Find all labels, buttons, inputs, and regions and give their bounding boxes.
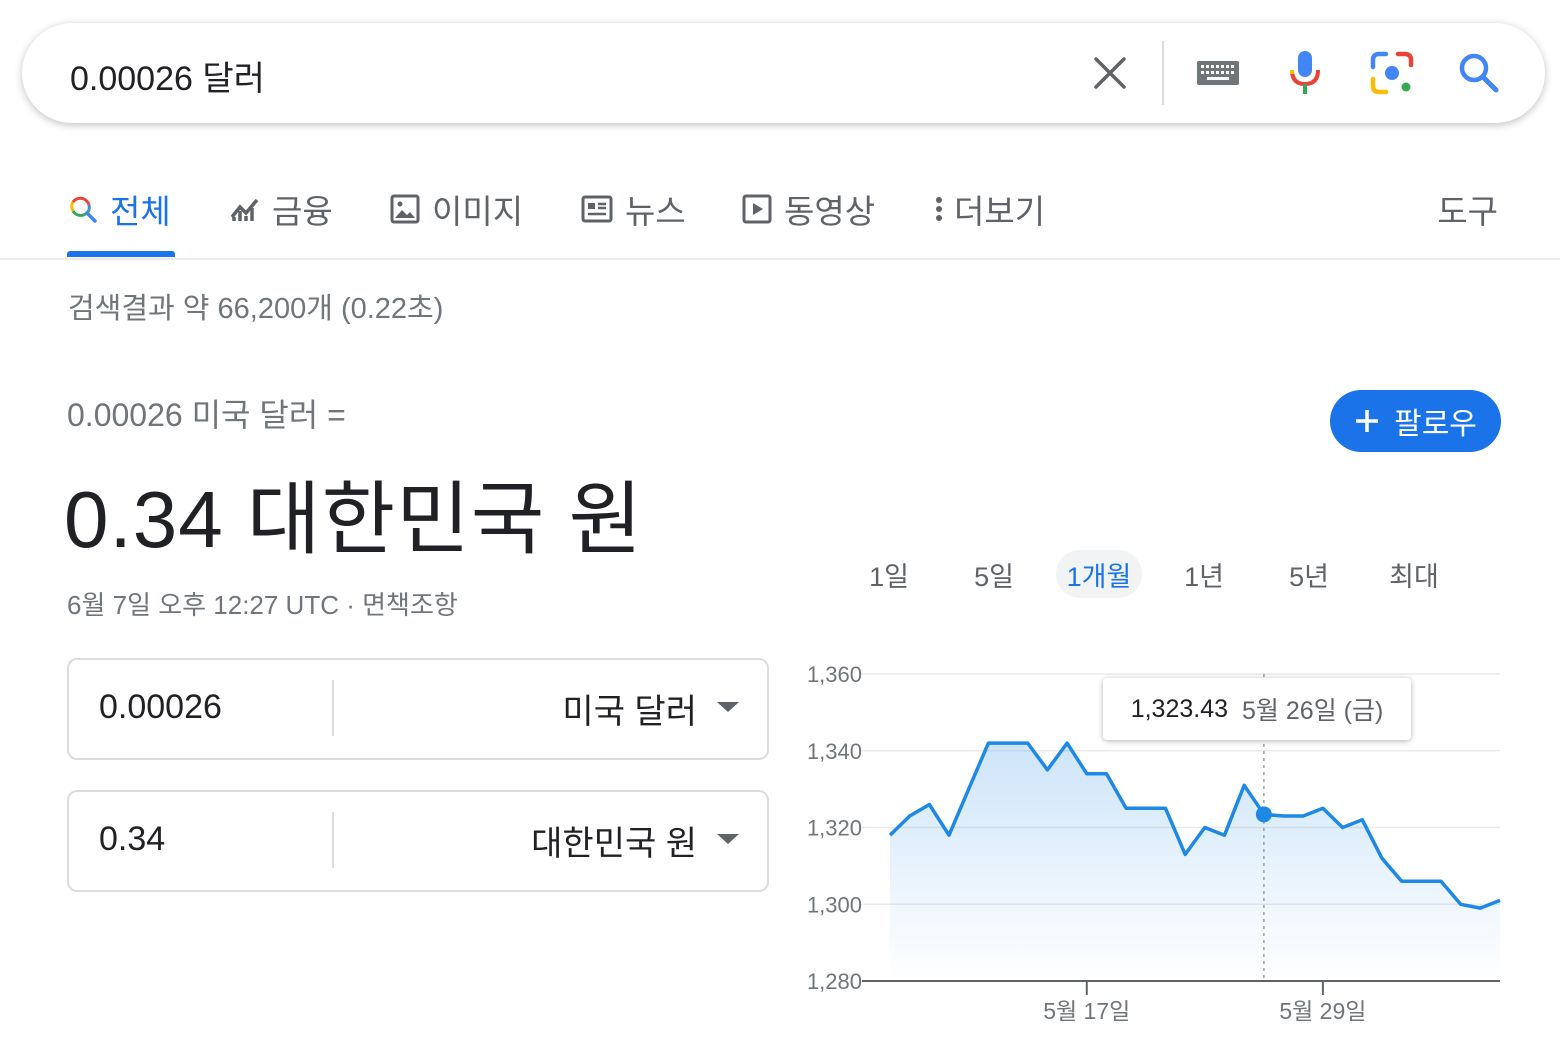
chart-tooltip: 1,323.43 5월 26일 (금) xyxy=(1103,678,1411,740)
range-1d[interactable]: 1일 xyxy=(846,550,932,598)
search-divider xyxy=(1162,41,1164,105)
x-tick-label: 5월 29일 xyxy=(1279,998,1366,1024)
y-tick-label: 1,280 xyxy=(807,969,862,994)
from-currency-select[interactable]: 미국 달러 xyxy=(562,684,697,733)
conversion-timestamp: 6월 7일 오후 12:27 UTC · 면책조항 xyxy=(67,585,458,622)
timestamp-text: 6월 7일 오후 12:27 UTC · xyxy=(67,590,363,620)
tooltip-date: 5월 26일 (금) xyxy=(1242,697,1384,725)
video-play-icon xyxy=(742,194,772,224)
tools-button[interactable]: 도구 xyxy=(1437,184,1498,234)
tab-news-label: 뉴스 xyxy=(625,193,686,230)
keyboard-icon[interactable] xyxy=(1194,49,1242,97)
google-lens-icon[interactable] xyxy=(1368,49,1416,97)
tab-videos[interactable]: 동영상 xyxy=(742,184,875,234)
tab-finance[interactable]: 금융 xyxy=(230,184,333,234)
search-bar[interactable]: 0.00026 달러 xyxy=(22,23,1545,123)
to-amount-input[interactable]: 0.34 xyxy=(99,820,165,859)
tab-images-label: 이미지 xyxy=(432,193,524,230)
range-5y[interactable]: 5년 xyxy=(1266,550,1352,598)
disclaimer-link[interactable]: 면책조항 xyxy=(362,590,458,620)
active-tab-indicator xyxy=(67,251,175,257)
news-icon xyxy=(581,195,613,223)
tab-all-label: 전체 xyxy=(110,193,171,230)
x-tick-label: 5월 17일 xyxy=(1043,998,1130,1024)
highlight-point xyxy=(1255,806,1272,823)
tab-finance-label: 금융 xyxy=(272,193,333,230)
y-tick-label: 1,340 xyxy=(807,739,862,764)
range-1m[interactable]: 1개월 xyxy=(1056,550,1142,598)
conversion-result: 0.34 대한민국 원 xyxy=(64,475,644,564)
from-currency-box: 0.00026 미국 달러 xyxy=(67,658,769,760)
chevron-down-icon[interactable] xyxy=(717,834,739,844)
from-separator xyxy=(332,680,334,736)
search-icon[interactable] xyxy=(1455,49,1503,97)
image-icon xyxy=(390,194,420,224)
tab-videos-label: 동영상 xyxy=(784,193,876,230)
from-amount-input[interactable]: 0.00026 xyxy=(99,688,222,727)
tab-all[interactable]: 전체 xyxy=(68,184,171,234)
range-max[interactable]: 최대 xyxy=(1371,550,1457,598)
to-separator xyxy=(332,812,334,868)
microphone-icon[interactable] xyxy=(1281,49,1329,97)
to-currency-box: 0.34 대한민국 원 xyxy=(67,790,769,892)
y-tick-label: 1,300 xyxy=(807,892,862,917)
finance-chart-icon xyxy=(230,198,259,221)
conversion-source: 0.00026 미국 달러 = xyxy=(67,397,346,433)
result-stats: 검색결과 약 66,200개 (0.22초) xyxy=(68,293,444,325)
tooltip-value: 1,323.43 xyxy=(1130,694,1229,723)
search-tabs: 전체 금융 이미지 뉴스 동영상 더보기 도구 xyxy=(0,178,1560,260)
search-input[interactable]: 0.00026 달러 xyxy=(70,51,265,100)
tab-images[interactable]: 이미지 xyxy=(390,184,523,234)
y-tick-label: 1,360 xyxy=(807,662,862,687)
to-currency-select[interactable]: 대한민국 원 xyxy=(531,816,697,865)
follow-label: 팔로우 xyxy=(1394,408,1477,441)
plus-icon xyxy=(1356,410,1379,432)
y-tick-label: 1,320 xyxy=(807,816,862,841)
follow-button[interactable]: 팔로우 xyxy=(1330,390,1501,452)
range-5d[interactable]: 5일 xyxy=(951,550,1037,598)
chevron-down-icon[interactable] xyxy=(717,702,739,712)
tab-more[interactable]: 더보기 xyxy=(932,184,1045,234)
more-vert-icon xyxy=(936,197,942,221)
tab-news[interactable]: 뉴스 xyxy=(581,184,686,234)
tab-more-label: 더보기 xyxy=(954,193,1046,230)
series-area xyxy=(890,743,1500,981)
google-search-icon xyxy=(70,196,97,223)
clear-icon[interactable] xyxy=(1086,49,1134,97)
range-1y[interactable]: 1년 xyxy=(1161,550,1247,598)
